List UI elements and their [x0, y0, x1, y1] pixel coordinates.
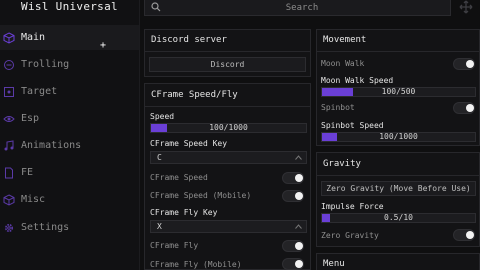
zero-gravity-move-button[interactable]: Zero Gravity (Move Before Use) — [321, 181, 476, 196]
discord-panel-title: Discord server — [151, 35, 227, 45]
toggle-knob — [295, 192, 303, 200]
cframe-speed-mobile-label: CFrame Speed (Mobile) — [150, 191, 252, 200]
divider — [317, 175, 479, 176]
cframe-speed-toggle[interactable] — [282, 172, 304, 184]
divider — [145, 51, 310, 52]
sidebar-item-label: Misc — [21, 194, 46, 205]
cursor-crosshair-icon: + — [100, 40, 107, 51]
spinbot-label: Spinbot — [321, 103, 355, 112]
toggle-knob — [466, 60, 474, 68]
gravity-panel: Gravity Zero Gravity (Move Before Use) I… — [316, 152, 480, 247]
cframe-panel-title: CFrame Speed/Fly — [151, 90, 238, 100]
cframe-speed-label: CFrame Speed — [150, 173, 208, 182]
chevron-up-icon — [295, 224, 302, 229]
spinbot-speed-slider[interactable]: 100/1000 — [321, 132, 476, 142]
moon-walk-speed-label: Moon Walk Speed — [321, 76, 394, 85]
speed-key-label: CFrame Speed Key — [150, 139, 228, 148]
dropdown-value: X — [157, 222, 162, 231]
app-title: Wisl Universal — [21, 0, 118, 13]
speed-key-dropdown[interactable]: C — [150, 151, 307, 164]
sidebar-item-target[interactable]: Target — [0, 79, 139, 104]
cframe-fly-mobile-toggle[interactable] — [282, 258, 304, 270]
discord-panel: Discord server Discord — [144, 29, 311, 77]
moon-walk-toggle[interactable] — [453, 58, 475, 70]
spinbot-toggle[interactable] — [453, 102, 475, 114]
cframe-speed-mobile-toggle[interactable] — [282, 190, 304, 202]
cframe-fly-label: CFrame Fly — [150, 241, 199, 250]
sidebar-item-label: Main — [21, 32, 46, 43]
eye-icon — [3, 113, 15, 125]
toggle-knob — [295, 242, 303, 250]
search-icon — [151, 2, 161, 12]
sidebar-item-animations[interactable]: Animations — [0, 133, 139, 158]
cube-icon — [3, 193, 15, 206]
toggle-knob — [295, 174, 303, 182]
toggle-knob — [295, 260, 303, 268]
sidebar-item-fe[interactable]: FE — [0, 160, 139, 185]
slider-value: 100/1000 — [209, 123, 248, 132]
divider — [317, 51, 479, 52]
chevron-up-icon — [295, 155, 302, 160]
cframe-fly-mobile-label: CFrame Fly (Mobile) — [150, 260, 242, 269]
sidebar-item-settings[interactable]: Settings — [0, 215, 139, 240]
toggle-knob — [466, 231, 474, 239]
movement-panel-title: Movement — [323, 35, 367, 45]
cube-icon — [3, 31, 15, 44]
search-bar — [144, 0, 451, 16]
impulse-force-slider[interactable]: 0.5/10 — [321, 213, 476, 223]
circle-icon — [3, 59, 15, 71]
slider-value: 100/500 — [381, 87, 416, 96]
sidebar-item-label: Settings — [21, 222, 70, 233]
divider — [145, 106, 310, 107]
slider-value: 0.5/10 — [384, 213, 413, 222]
gravity-panel-title: Gravity — [323, 159, 361, 169]
fly-key-label: CFrame Fly Key — [150, 208, 218, 217]
search-input[interactable] — [165, 0, 439, 16]
sidebar-item-esp[interactable]: Esp — [0, 106, 139, 131]
sidebar-item-label: Trolling — [21, 59, 70, 70]
moon-walk-speed-slider[interactable]: 100/500 — [321, 87, 476, 97]
menu-panel: Menu — [316, 253, 480, 270]
speed-label: Speed — [150, 112, 175, 121]
impulse-force-label: Impulse Force — [321, 202, 384, 211]
movement-panel: Movement Moon Walk Moon Walk Speed 100/5… — [316, 29, 480, 146]
dropdown-value: C — [157, 153, 162, 162]
speed-slider[interactable]: 100/1000 — [150, 123, 307, 133]
sidebar-item-label: Target — [21, 86, 58, 97]
sidebar-item-label: Esp — [21, 113, 40, 124]
gear-icon — [3, 222, 15, 234]
zero-gravity-toggle[interactable] — [453, 229, 475, 241]
fly-key-dropdown[interactable]: X — [150, 220, 307, 233]
toggle-knob — [466, 104, 474, 112]
zero-gravity-label: Zero Gravity — [321, 231, 379, 240]
sidebar-item-trolling[interactable]: Trolling — [0, 52, 139, 77]
menu-panel-title: Menu — [323, 259, 345, 269]
cframe-fly-toggle[interactable] — [282, 240, 304, 252]
moon-walk-label: Moon Walk — [321, 59, 365, 68]
discord-button[interactable]: Discord — [149, 57, 306, 72]
sidebar: Wisl Universal Main Trolling Target Esp … — [0, 0, 140, 270]
target-icon — [3, 86, 15, 98]
sidebar-item-misc[interactable]: Misc — [0, 187, 139, 212]
cframe-panel: CFrame Speed/Fly Speed 100/1000 CFrame S… — [144, 83, 311, 270]
music-icon — [3, 139, 15, 152]
move-icon[interactable] — [458, 0, 474, 14]
slider-value: 100/1000 — [379, 132, 418, 141]
sidebar-item-label: FE — [21, 167, 34, 178]
spinbot-speed-label: Spinbot Speed — [321, 121, 384, 130]
sidebar-item-main[interactable]: Main — [0, 25, 139, 50]
sidebar-item-label: Animations — [21, 140, 82, 151]
file-icon — [3, 167, 15, 179]
